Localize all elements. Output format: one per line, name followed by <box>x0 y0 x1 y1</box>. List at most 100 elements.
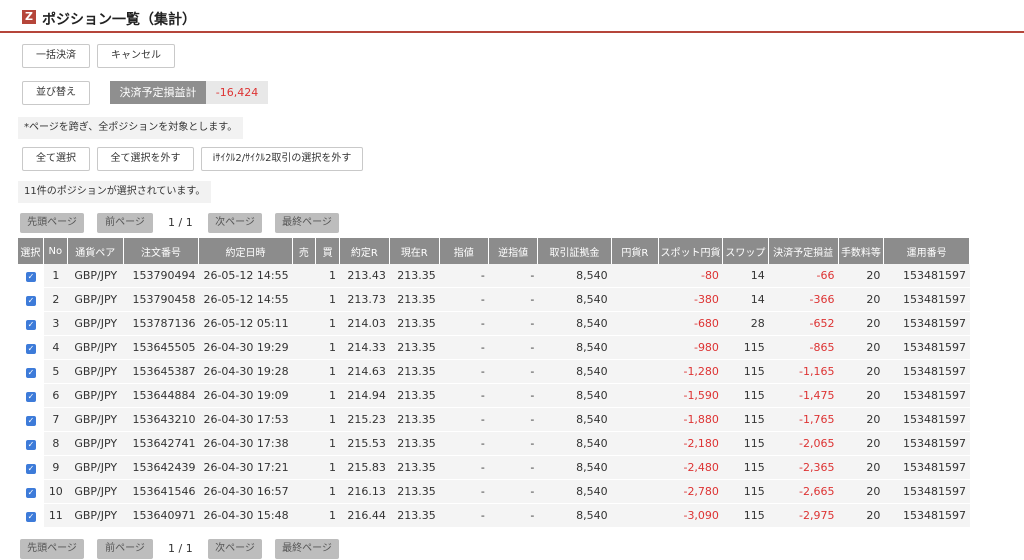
row-select-cell: ✓ <box>18 480 44 504</box>
cell-date: 26-04-30 17:53 <box>199 408 293 432</box>
table-row[interactable]: ✓ 6 GBP/JPY 153644884 26-04-30 19:09 1 214.94 2… <box>18 384 970 408</box>
page-indicator: 1 / 1 <box>168 216 193 229</box>
table-row[interactable]: ✓ 9 GBP/JPY 153642439 26-04-30 17:21 1 215.83 2… <box>18 456 970 480</box>
cell-limit: - <box>439 336 489 360</box>
row-checkbox[interactable]: ✓ <box>25 512 36 522</box>
last-page-button-bottom[interactable]: 最終ページ <box>275 539 339 559</box>
cell-yen <box>611 360 660 384</box>
cell-margin: 8,540 <box>538 264 612 288</box>
deselect-cycle-button[interactable]: iｻｲｸﾙ2/ｻｲｸﾙ2取引の選択を外す <box>201 147 363 171</box>
cell-pl: -1,765 <box>768 408 839 432</box>
table-row[interactable]: ✓ 1 GBP/JPY 153790494 26-05-12 14:55 1 213.43 2… <box>18 264 970 288</box>
cell-swap: 115 <box>722 504 769 528</box>
cell-stop: - <box>488 288 539 312</box>
bulk-settle-button[interactable]: 一括決済 <box>22 44 90 68</box>
cell-fee: 20 <box>838 504 885 528</box>
cell-pair: GBP/JPY <box>67 336 124 360</box>
row-select-cell: ✓ <box>18 432 44 456</box>
deselect-all-button[interactable]: 全て選択を外す <box>97 147 194 171</box>
cell-swap: 115 <box>722 384 769 408</box>
column-header: 通貨ペア <box>67 238 124 264</box>
cell-yen <box>611 264 660 288</box>
last-page-button[interactable]: 最終ページ <box>275 213 339 233</box>
cell-pl: -2,975 <box>768 504 839 528</box>
cell-margin: 8,540 <box>538 504 612 528</box>
cell-stop: - <box>488 264 539 288</box>
table-row[interactable]: ✓ 8 GBP/JPY 153642741 26-04-30 17:38 1 215.53 2… <box>18 432 970 456</box>
table-row[interactable]: ✓ 11 GBP/JPY 153640971 26-04-30 15:48 1 216.44… <box>18 504 970 528</box>
cell-swap: 14 <box>722 264 769 288</box>
cell-order: 153645387 <box>123 360 200 384</box>
cell-limit: - <box>439 288 489 312</box>
cell-pair: GBP/JPY <box>67 480 124 504</box>
cell-cur: 213.35 <box>389 288 440 312</box>
row-checkbox[interactable]: ✓ <box>25 272 36 282</box>
cell-yen <box>611 504 660 528</box>
table-row[interactable]: ✓ 7 GBP/JPY 153643210 26-04-30 17:53 1 215.23 2… <box>18 408 970 432</box>
row-checkbox[interactable]: ✓ <box>25 488 36 498</box>
prev-page-button[interactable]: 前ページ <box>97 213 153 233</box>
cell-acct: 153481597 <box>884 480 970 504</box>
cell-acct: 153481597 <box>884 288 970 312</box>
cell-pair: GBP/JPY <box>67 408 124 432</box>
prev-page-button-bottom[interactable]: 前ページ <box>97 539 153 559</box>
cell-buy: 1 <box>316 336 340 360</box>
row-select-cell: ✓ <box>18 456 44 480</box>
cell-rate: 214.33 <box>339 336 390 360</box>
cell-stop: - <box>488 432 539 456</box>
first-page-button[interactable]: 先頭ページ <box>20 213 84 233</box>
row-checkbox[interactable]: ✓ <box>25 464 36 474</box>
cell-no: 9 <box>43 456 68 480</box>
cell-fee: 20 <box>838 336 885 360</box>
table-row[interactable]: ✓ 3 GBP/JPY 153787136 26-05-12 05:11 1 214.03 2… <box>18 312 970 336</box>
row-checkbox[interactable]: ✓ <box>25 320 36 330</box>
cell-margin: 8,540 <box>538 480 612 504</box>
table-row[interactable]: ✓ 5 GBP/JPY 153645387 26-04-30 19:28 1 214.63 2… <box>18 360 970 384</box>
cell-sell <box>292 264 317 288</box>
row-checkbox[interactable]: ✓ <box>25 416 36 426</box>
cell-sell <box>292 408 317 432</box>
table-row[interactable]: ✓ 2 GBP/JPY 153790458 26-05-12 14:55 1 213.73 2… <box>18 288 970 312</box>
first-page-button-bottom[interactable]: 先頭ページ <box>20 539 84 559</box>
row-checkbox[interactable]: ✓ <box>25 440 36 450</box>
column-header: 指値 <box>439 238 489 264</box>
next-page-button[interactable]: 次ページ <box>208 213 262 233</box>
cell-swap: 14 <box>722 288 769 312</box>
cell-pair: GBP/JPY <box>67 384 124 408</box>
cell-no: 1 <box>43 264 68 288</box>
cell-order: 153645505 <box>123 336 200 360</box>
cell-limit: - <box>439 264 489 288</box>
cell-date: 26-05-12 14:55 <box>199 288 293 312</box>
cell-order: 153642439 <box>123 456 200 480</box>
cell-limit: - <box>439 480 489 504</box>
table-row[interactable]: ✓ 10 GBP/JPY 153641546 26-04-30 16:57 1 216.13… <box>18 480 970 504</box>
row-checkbox[interactable]: ✓ <box>25 392 36 402</box>
row-select-cell: ✓ <box>18 264 44 288</box>
cell-pair: GBP/JPY <box>67 312 124 336</box>
row-checkbox[interactable]: ✓ <box>25 296 36 306</box>
cell-swap: 115 <box>722 480 769 504</box>
cell-rate: 215.83 <box>339 456 390 480</box>
row-checkbox[interactable]: ✓ <box>25 344 36 354</box>
cell-order: 153642741 <box>123 432 200 456</box>
cell-stop: - <box>488 312 539 336</box>
cell-cur: 213.35 <box>389 360 440 384</box>
cell-cur: 213.35 <box>389 504 440 528</box>
cell-yen <box>611 480 660 504</box>
cancel-button[interactable]: キャンセル <box>97 44 175 68</box>
cell-spot: -80 <box>659 264 723 288</box>
sort-button[interactable]: 並び替え <box>22 81 90 105</box>
table-row[interactable]: ✓ 4 GBP/JPY 153645505 26-04-30 19:29 1 214.33 2… <box>18 336 970 360</box>
cell-no: 6 <box>43 384 68 408</box>
cell-rate: 216.13 <box>339 480 390 504</box>
column-header: 約定日時 <box>199 238 293 264</box>
cell-rate: 214.94 <box>339 384 390 408</box>
cell-stop: - <box>488 456 539 480</box>
column-header: 約定R <box>339 238 390 264</box>
select-all-button[interactable]: 全て選択 <box>22 147 90 171</box>
cell-no: 10 <box>43 480 68 504</box>
next-page-button-bottom[interactable]: 次ページ <box>208 539 262 559</box>
row-checkbox[interactable]: ✓ <box>25 368 36 378</box>
cell-pair: GBP/JPY <box>67 264 124 288</box>
cell-date: 26-04-30 16:57 <box>199 480 293 504</box>
